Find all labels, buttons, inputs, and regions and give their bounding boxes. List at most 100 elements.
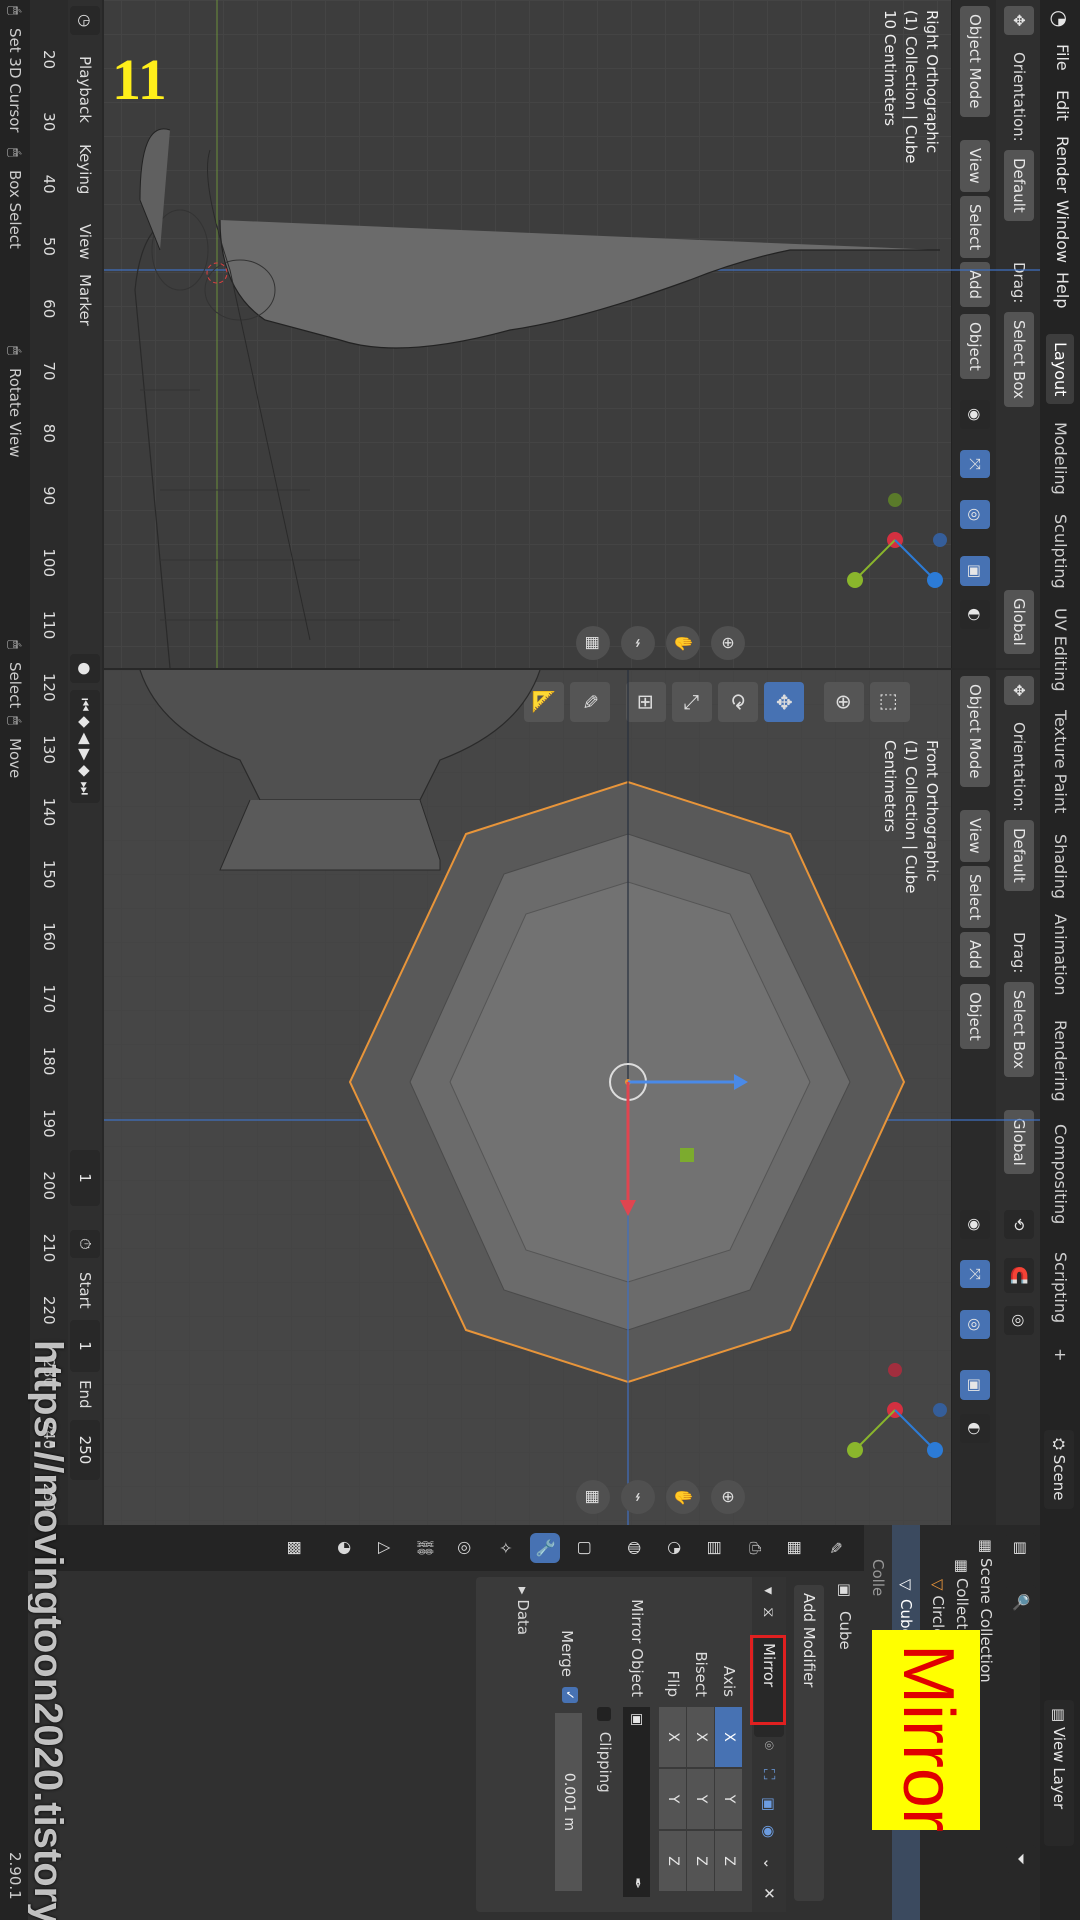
blender-logo-icon[interactable]: ◔ [1048,10,1072,27]
cage-icon[interactable]: ⛶ [760,1769,778,1780]
tab-uv-editing[interactable]: UV Editing [1046,600,1074,699]
stopwatch-icon[interactable]: ⏱ [70,1230,100,1258]
bisect-z-toggle[interactable]: Z [687,1831,714,1891]
playback-menu[interactable]: Playback [76,56,94,123]
tab-animation[interactable]: Animation [1046,906,1074,1004]
filter-icon[interactable]: ⏷ [1006,1845,1036,1874]
timeline-ruler[interactable]: 20 30 40 50 60 70 80 90 100 110 120 130 140 150 160 170… [32,0,66,1525]
mirror-object-field[interactable]: ▣ ✒ [623,1707,650,1897]
collapse-icon[interactable]: ▾ [760,1587,778,1595]
zoom-icon[interactable]: ⊕ [711,1480,745,1514]
object-name: Cube [836,1611,854,1650]
tab-compositing[interactable]: Compositing [1046,1116,1074,1232]
start-frame-field[interactable]: 1 [70,1320,100,1372]
tab-modeling[interactable]: Modeling [1046,414,1074,503]
outliner-search[interactable]: 🔍 [1006,1585,1036,1801]
collection2-row[interactable]: Colle [866,1559,890,1596]
render-icon[interactable]: ◉ [760,1825,778,1838]
modifier-menu-icon[interactable]: ⌄ [760,1857,778,1870]
menu-help[interactable]: Help [1053,272,1072,308]
camera-icon[interactable]: ⌁ [621,626,655,660]
pan-hand-icon[interactable]: ✋ [666,1480,700,1514]
texture-tab-icon[interactable]: ▩ [280,1533,310,1563]
physics-tab-icon[interactable]: ◎ [450,1533,480,1563]
timeline-frame-label: 60 [40,299,58,319]
menu-edit[interactable]: Edit [1053,90,1072,121]
timeline-frame-label: 110 [40,610,58,640]
flip-x-toggle[interactable]: X [659,1707,686,1767]
view-menu[interactable]: View [76,224,94,260]
menu-file[interactable]: File [1053,44,1072,71]
data-tab-icon[interactable]: △ [370,1533,400,1563]
menu-window[interactable]: Window [1053,200,1072,263]
merge-checkbox[interactable]: ✓ [562,1687,578,1703]
constraints-tab-icon[interactable]: ⛓ [410,1533,440,1563]
data-subpanel[interactable]: ▸ Data [514,1587,532,1635]
scene-selector[interactable]: ⛭ Scene [1044,1430,1074,1509]
tab-sculpting[interactable]: Sculpting [1046,506,1074,597]
camera-icon[interactable]: ⌁ [621,1480,655,1514]
tab-texture-paint[interactable]: Texture Paint [1046,702,1074,821]
modifier-tab-icon[interactable]: 🔧 [530,1533,560,1563]
close-icon[interactable]: ✕ [760,1887,778,1900]
render-tab-icon[interactable]: ▦ [780,1533,810,1563]
merge-label: Merge [558,1630,576,1677]
ortho-grid-icon[interactable]: ▦ [576,1480,610,1514]
tab-layout[interactable]: Layout [1046,334,1074,405]
particles-tab-icon[interactable]: ✧ [490,1533,520,1563]
watermark: https://movingtoon2020.tistory.com [26,1340,70,1920]
axis-y-toggle[interactable]: Y [715,1769,742,1829]
add-workspace-button[interactable]: + [1046,1340,1074,1369]
timeline-frame-label: 140 [40,797,58,827]
flip-y-toggle[interactable]: Y [659,1769,686,1829]
timeline-frame-label: 190 [40,1109,58,1138]
zoom-icon[interactable]: ⊕ [711,626,745,660]
tab-scripting[interactable]: Scripting [1046,1244,1074,1331]
record-icon[interactable]: ● [70,654,100,684]
clipping-row[interactable]: Clipping [590,1707,614,1887]
view-layer-tab-icon[interactable]: ▤ [700,1533,730,1563]
bisect-y-toggle[interactable]: Y [687,1769,714,1829]
scene-tab-icon[interactable]: ◔ [660,1533,690,1563]
editor-type-button[interactable]: ◷ [70,6,100,36]
add-modifier-dropdown[interactable]: Add Modifier [794,1585,824,1901]
flip-z-toggle[interactable]: Z [659,1831,686,1891]
viewport-front-ortho[interactable]: ✥ Orientation: Default Drag: Select Box … [104,670,1040,1525]
editor-type-button[interactable]: ▤ [1006,1533,1036,1564]
tab-rendering[interactable]: Rendering [1046,1012,1074,1110]
current-frame-field[interactable]: 1 [70,1150,100,1206]
menu-render[interactable]: Render [1053,136,1072,193]
marker-menu[interactable]: Marker [76,274,94,326]
timeline-frame-label: 150 [40,859,58,889]
status-set-3d-cursor: Set 3D Cursor [6,28,24,133]
axis-x-toggle[interactable]: X [715,1707,742,1767]
playback-controls[interactable]: ⏮ ◆ ◀ ▶ ◆ ⏭ [70,690,100,803]
world-tab-icon[interactable]: ◍ [620,1533,650,1563]
properties-tabs: ✎ ▦ ⎙ ▤ ◔ ◍ ▢ 🔧 ✧ ◎ ⛓ △ ◕ ▩ [0,1525,864,1571]
view-layer-selector[interactable]: ▤ View Layer [1044,1700,1074,1846]
axis-z-toggle[interactable]: Z [715,1831,742,1891]
end-frame-field[interactable]: 250 [70,1420,100,1480]
tool-tab-icon[interactable]: ✎ [820,1533,850,1563]
material-tab-icon[interactable]: ◕ [330,1533,360,1563]
keying-menu[interactable]: Keying [76,144,94,194]
eyedropper-icon[interactable]: ✒ [623,1877,650,1889]
page: ◔ File Edit Render Window Help Layout Mo… [0,0,1080,1920]
status-bar: 🖱 Set 3D Cursor 🖱 Box Select 🖱 Rotate Vi… [0,0,28,1920]
object-tab-icon[interactable]: ▢ [570,1533,600,1563]
timeline-frame-label: 160 [40,922,58,951]
bisect-label: Bisect [692,1651,710,1697]
output-tab-icon[interactable]: ⎙ [740,1533,770,1563]
ortho-grid-icon[interactable]: ▦ [576,626,610,660]
viewport-right-ortho[interactable]: ✥ Orientation: Default Drag: Select Box … [104,0,1040,668]
axis-label: Axis [720,1665,738,1697]
circle-row[interactable]: ▽ Circle [926,1579,950,1637]
merge-distance-field[interactable]: 0.001 m [555,1713,582,1891]
pan-hand-icon[interactable]: ✋ [666,626,700,660]
clipping-checkbox[interactable] [597,1707,612,1721]
mirror-object-label: Mirror Object [628,1599,646,1697]
realtime-icon[interactable]: ▣ [760,1797,778,1811]
bisect-x-toggle[interactable]: X [687,1707,714,1767]
edit-mode-icon[interactable]: ⌾ [760,1741,778,1750]
tab-shading[interactable]: Shading [1046,826,1074,907]
